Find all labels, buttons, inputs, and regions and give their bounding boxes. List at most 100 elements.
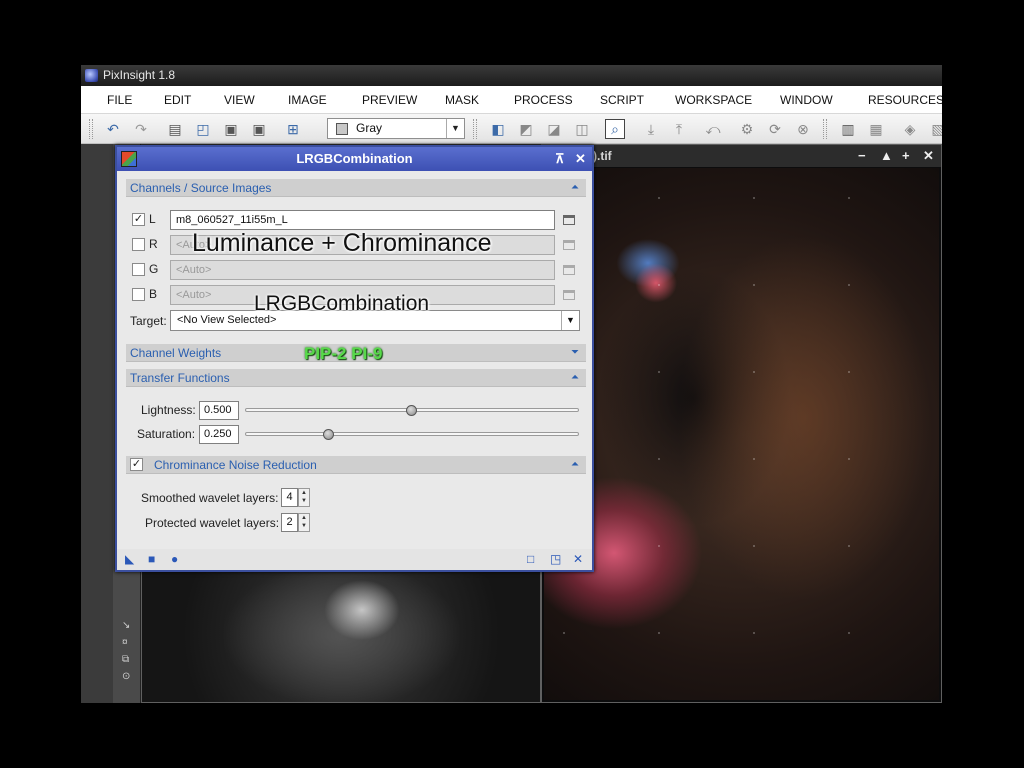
section-transfer-functions-header[interactable]: Transfer Functions ⏶ — [126, 369, 586, 387]
chevron-down-icon: ▼ — [446, 119, 464, 138]
toolbar-grip[interactable] — [473, 119, 477, 139]
menu-process[interactable]: PROCESS — [514, 86, 573, 114]
channel-r-checkbox[interactable] — [132, 238, 145, 251]
protected-layers-input[interactable]: 2 — [281, 513, 298, 532]
collapse-icon[interactable]: ⏶ — [571, 456, 579, 474]
menu-image[interactable]: IMAGE — [288, 86, 327, 114]
collapse-icon[interactable]: ⏶ — [571, 179, 579, 197]
reset-icon[interactable]: ✕ — [573, 553, 583, 565]
main-toolbar: ↶ ↷ ▤ ◰ ▣ ▣ ⊞ Gray ▼ ◧ ◩ ◪ ◫ ⌕ ⤓ ⤒ ⤺ ⚙ ⟳… — [81, 114, 942, 144]
color-space-select[interactable]: Gray ▼ — [327, 118, 465, 139]
channel-l-source-field[interactable]: m8_060527_11i55m_L — [170, 210, 555, 230]
image-window-title-bar[interactable]: ).tif − ▲ + ✕ — [542, 145, 941, 167]
close-icon[interactable]: ✕ — [923, 145, 934, 167]
duplicate-icon[interactable]: ▣ — [221, 119, 241, 139]
grayscale-image-window[interactable] — [141, 564, 541, 703]
collapse-icon[interactable]: ⏶ — [571, 369, 579, 387]
zoom-out-icon[interactable]: ⤒ — [669, 119, 689, 139]
close-icon[interactable]: ✕ — [575, 147, 586, 171]
apply-global-icon[interactable]: ● — [171, 553, 178, 565]
redo-icon[interactable]: ↷ — [131, 119, 151, 139]
pixinsight-logo-icon — [85, 69, 98, 82]
history-icon[interactable]: ▦ — [866, 119, 886, 139]
minimize-icon[interactable]: − — [858, 145, 866, 167]
new-preview-icon[interactable]: ⊞ — [283, 119, 303, 139]
channel-g-source-field[interactable]: <Auto> — [170, 260, 555, 280]
zoom-mode-icon[interactable]: ⌕ — [605, 119, 625, 139]
select-view-icon[interactable] — [563, 240, 575, 250]
new-image-icon[interactable]: ◰ — [193, 119, 213, 139]
pin-icon[interactable]: ¤ — [122, 637, 128, 648]
channel-l-checkbox[interactable]: ✓ — [132, 213, 145, 226]
menu-bar: FILE EDIT VIEW IMAGE PREVIEW MASK PROCES… — [81, 86, 942, 114]
process-icon — [121, 151, 137, 167]
undo-icon[interactable]: ↶ — [103, 119, 123, 139]
stf-icon[interactable]: ▧ — [928, 119, 942, 139]
maximize-icon[interactable]: + — [902, 145, 910, 167]
saturation-label: Saturation: — [137, 427, 196, 441]
channel-g-checkbox[interactable] — [132, 263, 145, 276]
shade-icon[interactable]: ▲ — [880, 145, 893, 167]
expand-icon[interactable]: ⏷ — [571, 344, 579, 362]
smoothed-layers-input[interactable]: 4 — [281, 488, 298, 507]
app-title-bar: PixInsight 1.8 — [81, 65, 942, 86]
menu-file[interactable]: FILE — [107, 86, 132, 114]
smoothed-layers-label: Smoothed wavelet layers: — [141, 491, 279, 505]
menu-resources[interactable]: RESOURCES — [868, 86, 942, 114]
saturation-slider[interactable] — [245, 432, 579, 436]
remove-mask-icon[interactable]: ◫ — [572, 119, 592, 139]
windows-icon[interactable]: ⧉ — [122, 654, 129, 665]
toolbar-grip[interactable] — [823, 119, 827, 139]
lightness-slider-handle[interactable] — [406, 405, 417, 416]
menu-preview[interactable]: PREVIEW — [362, 86, 417, 114]
shade-icon[interactable]: ⊼ — [555, 147, 565, 171]
select-view-icon[interactable] — [563, 290, 575, 300]
arrow-icon[interactable]: ↘ — [122, 620, 130, 631]
noise-reduction-checkbox[interactable]: ✓ — [130, 458, 143, 471]
apply-icon[interactable]: ■ — [148, 553, 155, 565]
section-channel-weights-label: Channel Weights — [130, 346, 222, 360]
lightness-input[interactable]: 0.500 — [199, 401, 239, 420]
dialog-title-bar[interactable]: LRGBCombination ⊼ ✕ — [117, 147, 592, 171]
section-channels-header[interactable]: Channels / Source Images ⏶ — [126, 179, 586, 197]
new-instance-icon[interactable]: ◣ — [125, 553, 134, 565]
track-view-icon[interactable]: ◳ — [550, 553, 561, 565]
menu-workspace[interactable]: WORKSPACE — [675, 86, 752, 114]
color-image-window[interactable]: ).tif − ▲ + ✕ — [541, 144, 942, 703]
arrow-down-icon[interactable]: ▼ — [299, 497, 309, 505]
reset-icon[interactable]: ⊗ — [793, 119, 813, 139]
saturation-slider-handle[interactable] — [322, 429, 334, 440]
section-channels-label: Channels / Source Images — [130, 181, 272, 195]
edit-mask-icon[interactable]: ◩ — [516, 119, 536, 139]
menu-mask[interactable]: MASK — [445, 86, 479, 114]
enable-mask-icon[interactable]: ◪ — [544, 119, 564, 139]
smoothed-layers-stepper[interactable]: ▲ ▼ — [298, 488, 310, 507]
refresh-icon[interactable]: ⟳ — [765, 119, 785, 139]
toolbar-grip[interactable] — [89, 119, 93, 139]
browse-documentation-icon[interactable]: □ — [527, 553, 534, 565]
screen-transfer-icon[interactable]: ◈ — [900, 119, 920, 139]
grayscale-nebula-image — [142, 565, 540, 702]
new-mask-icon[interactable]: ◧ — [488, 119, 508, 139]
channel-b-checkbox[interactable] — [132, 288, 145, 301]
target-icon[interactable]: ⊙ — [122, 671, 130, 682]
menu-edit[interactable]: EDIT — [164, 86, 191, 114]
menu-view[interactable]: VIEW — [224, 86, 255, 114]
arrow-down-icon[interactable]: ▼ — [299, 522, 309, 530]
arrow-up-icon[interactable]: ▲ — [299, 489, 309, 497]
overlay-caption-lrgb: LRGBCombination — [254, 292, 430, 315]
zoom-in-icon[interactable]: ⤓ — [641, 119, 661, 139]
explorer-icon[interactable]: ▥ — [838, 119, 858, 139]
image-info-icon[interactable]: ▤ — [165, 119, 185, 139]
menu-window[interactable]: WINDOW — [780, 86, 833, 114]
saturation-input[interactable]: 0.250 — [199, 425, 239, 444]
section-noise-reduction-header[interactable]: ✓ Chrominance Noise Reduction ⏶ — [126, 456, 586, 474]
extract-icon[interactable]: ▣ — [249, 119, 269, 139]
protected-layers-stepper[interactable]: ▲ ▼ — [298, 513, 310, 532]
menu-script[interactable]: SCRIPT — [600, 86, 644, 114]
select-view-icon[interactable] — [563, 215, 575, 225]
settings-icon[interactable]: ⚙ — [737, 119, 757, 139]
fit-view-icon[interactable]: ⤺ — [703, 119, 723, 139]
select-view-icon[interactable] — [563, 265, 575, 275]
arrow-up-icon[interactable]: ▲ — [299, 514, 309, 522]
